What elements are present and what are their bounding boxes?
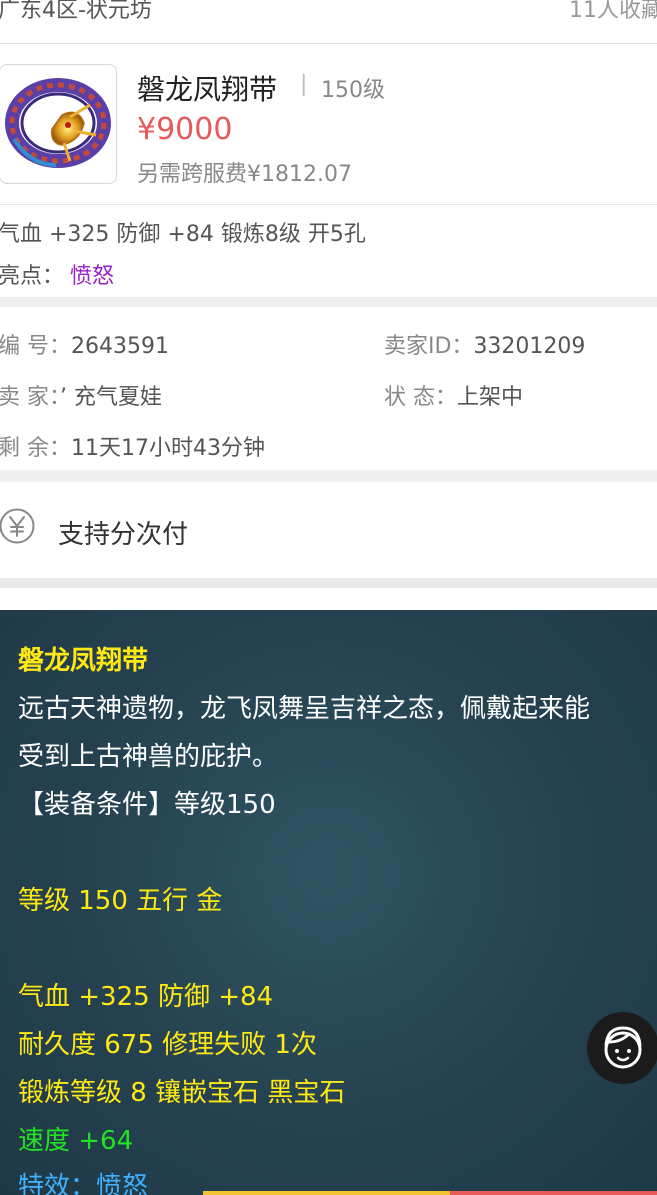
title-separator: | [300,72,308,97]
item-level: 150级 [321,78,385,103]
detail-forge-line: 锻炼等级 8 镶嵌宝石 黑宝石 [18,1078,346,1108]
status-label: 状 态： [384,385,457,410]
detail-stat-line: 气血 +325 防御 +84 [18,982,274,1012]
favorite-count[interactable]: 11人收藏 [569,0,657,24]
item-price: ¥9000 [137,112,233,147]
seller-row[interactable]: 卖 家：’ 充气夏娃 [0,379,162,411]
section-divider [0,470,657,482]
detail-item-name: 磐龙凤翔带 [18,646,149,676]
seller-id-label: 卖家ID： [384,334,474,359]
detail-description-line-2: 受到上古神兽的庇护。 [18,742,279,772]
detail-requirement: 【装备条件】等级150 [18,790,276,820]
detail-effect-line: 特效：愤怒 [18,1172,149,1195]
item-title: 磐龙凤翔带 [137,73,278,106]
seller-value[interactable]: ’ 充气夏娃 [60,385,162,410]
seller-label: 卖 家： [0,385,60,410]
cross-server-fee: 另需跨服费¥1812.07 [137,162,352,187]
item-detail-panel: 磐龙凤翔带 远古天神遗物，龙飞凤舞呈吉祥之态，佩戴起来能 受到上古神兽的庇护。 … [0,610,657,1195]
remaining-label: 剩 余： [0,436,71,461]
bottom-bar-segment [203,1191,450,1195]
item-attributes: 气血 +325 防御 +84 锻炼8级 开5孔 [0,222,366,247]
detail-speed-line: 速度 +64 [18,1126,134,1156]
highlight-value: 愤怒 [70,264,115,289]
customer-service-icon [604,1026,642,1069]
dragon-belt-icon[interactable] [0,64,117,184]
status-row: 状 态：上架中 [384,379,523,411]
yen-circle-icon [0,508,35,544]
seller-id-value: 33201209 [473,334,586,359]
bottom-bar-segment [450,1191,657,1195]
serial-row: 编 号：2643591 [0,328,169,360]
detail-level-line: 等级 150 五行 金 [18,886,223,916]
server-name: 广东4区-状元坊 [0,0,152,23]
status-value: 上架中 [457,385,524,410]
section-divider [0,297,657,307]
remaining-row: 剩 余：11天17小时43分钟 [0,430,265,462]
item-card[interactable]: 磐龙凤翔带 | 150级 ¥9000 另需跨服费¥1812.07 [0,44,657,205]
highlight-label: 亮点： [0,264,65,289]
remaining-value: 11天17小时43分钟 [71,436,265,461]
detail-durability-line: 耐久度 675 修理失败 1次 [18,1030,317,1060]
server-bar: 广东4区-状元坊 11人收藏 [0,0,657,44]
section-divider [0,578,657,610]
customer-service-button[interactable] [587,1012,657,1084]
serial-value: 2643591 [71,334,169,359]
seller-id-row: 卖家ID：33201209 [384,328,585,360]
detail-description-line-1: 远古天神遗物，龙飞凤舞呈吉祥之态，佩戴起来能 [18,694,591,724]
serial-label: 编 号： [0,334,71,359]
installment-label: 支持分次付 [58,520,189,550]
